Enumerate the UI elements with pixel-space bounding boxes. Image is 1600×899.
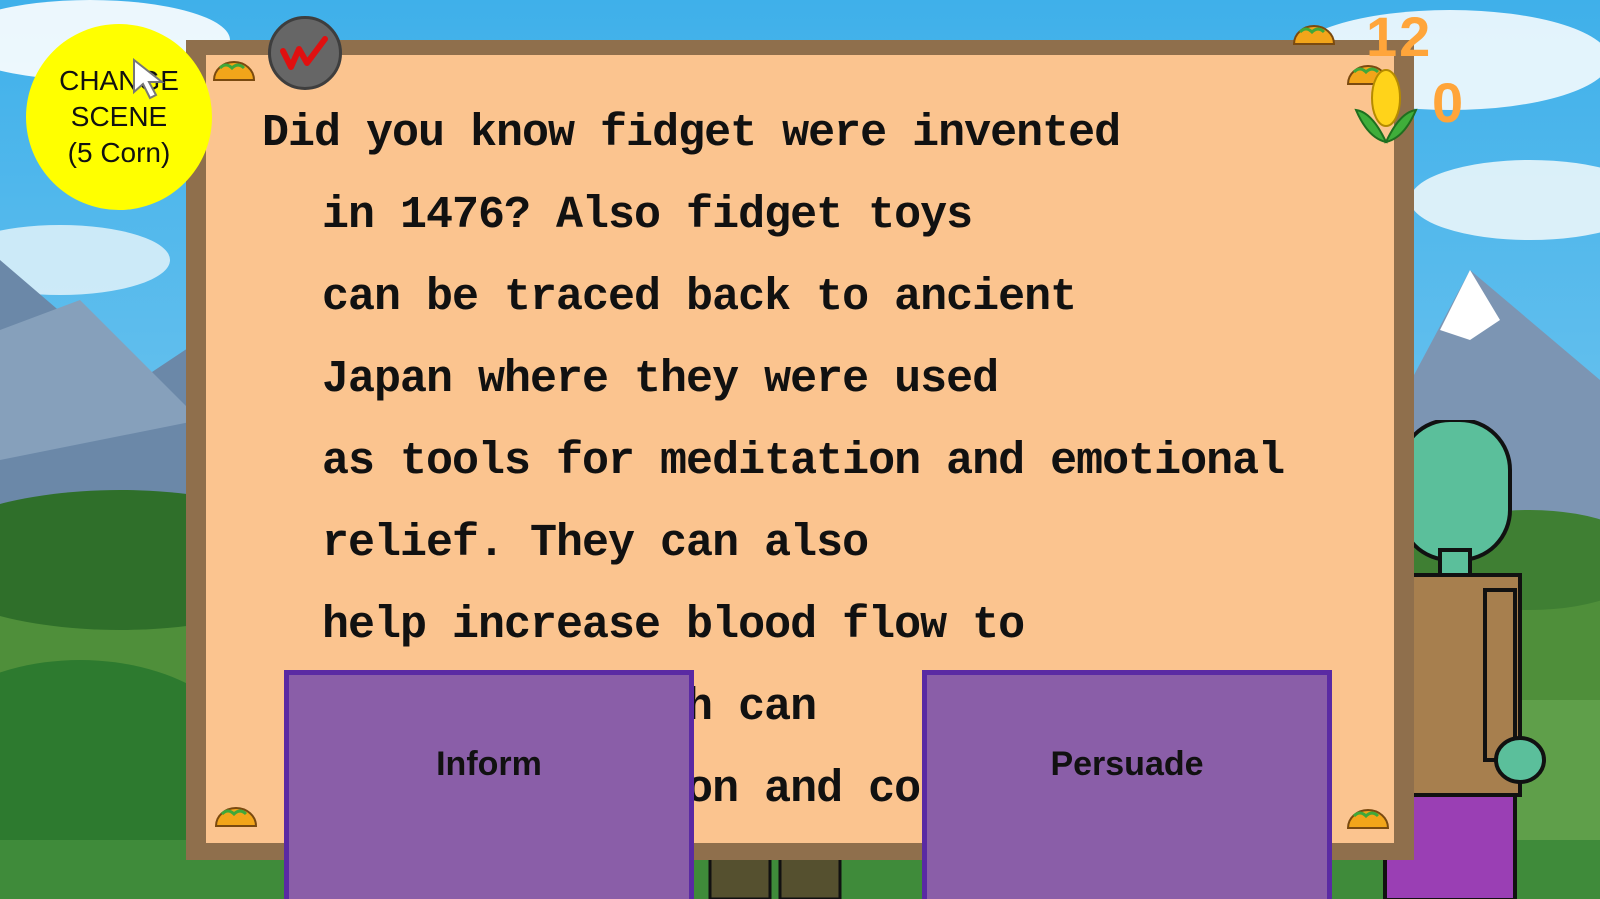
fact-line: Japan where they were used bbox=[322, 354, 999, 405]
taco-icon bbox=[212, 61, 256, 81]
fact-line: Did you know fidget were invented bbox=[262, 108, 1121, 159]
fact-line: relief. They can also bbox=[322, 518, 869, 569]
inform-label: Inform bbox=[436, 745, 542, 783]
fact-line: as tools for meditation and emotional bbox=[322, 436, 1285, 487]
taco-icon bbox=[214, 807, 258, 827]
red-squiggle-button[interactable] bbox=[268, 16, 342, 90]
taco-icon bbox=[1292, 25, 1336, 45]
change-scene-label-line3: (5 Corn) bbox=[67, 137, 171, 168]
persuade-label: Persuade bbox=[1050, 745, 1204, 783]
mouse-cursor-icon bbox=[133, 58, 165, 100]
fact-line: help increase blood flow to bbox=[322, 600, 1025, 651]
fact-line: in 1476? Also fidget toys bbox=[322, 190, 973, 241]
persuade-button[interactable]: Persuade bbox=[922, 670, 1332, 899]
game-scene: Did you know fidget were invented in 147… bbox=[0, 0, 1600, 899]
corn-icon bbox=[1354, 69, 1418, 144]
fact-line: can be traced back to ancient bbox=[322, 272, 1077, 323]
change-scene-label-line2: SCENE bbox=[70, 101, 168, 132]
red-squiggle-icon bbox=[280, 36, 328, 70]
inform-button[interactable]: Inform bbox=[284, 670, 694, 899]
change-scene-button[interactable]: CHANGE SCENE (5 Corn) bbox=[26, 24, 212, 210]
corn-score: 0 bbox=[1432, 71, 1464, 134]
taco-score: 12 bbox=[1366, 5, 1433, 68]
taco-icon bbox=[1346, 809, 1390, 829]
